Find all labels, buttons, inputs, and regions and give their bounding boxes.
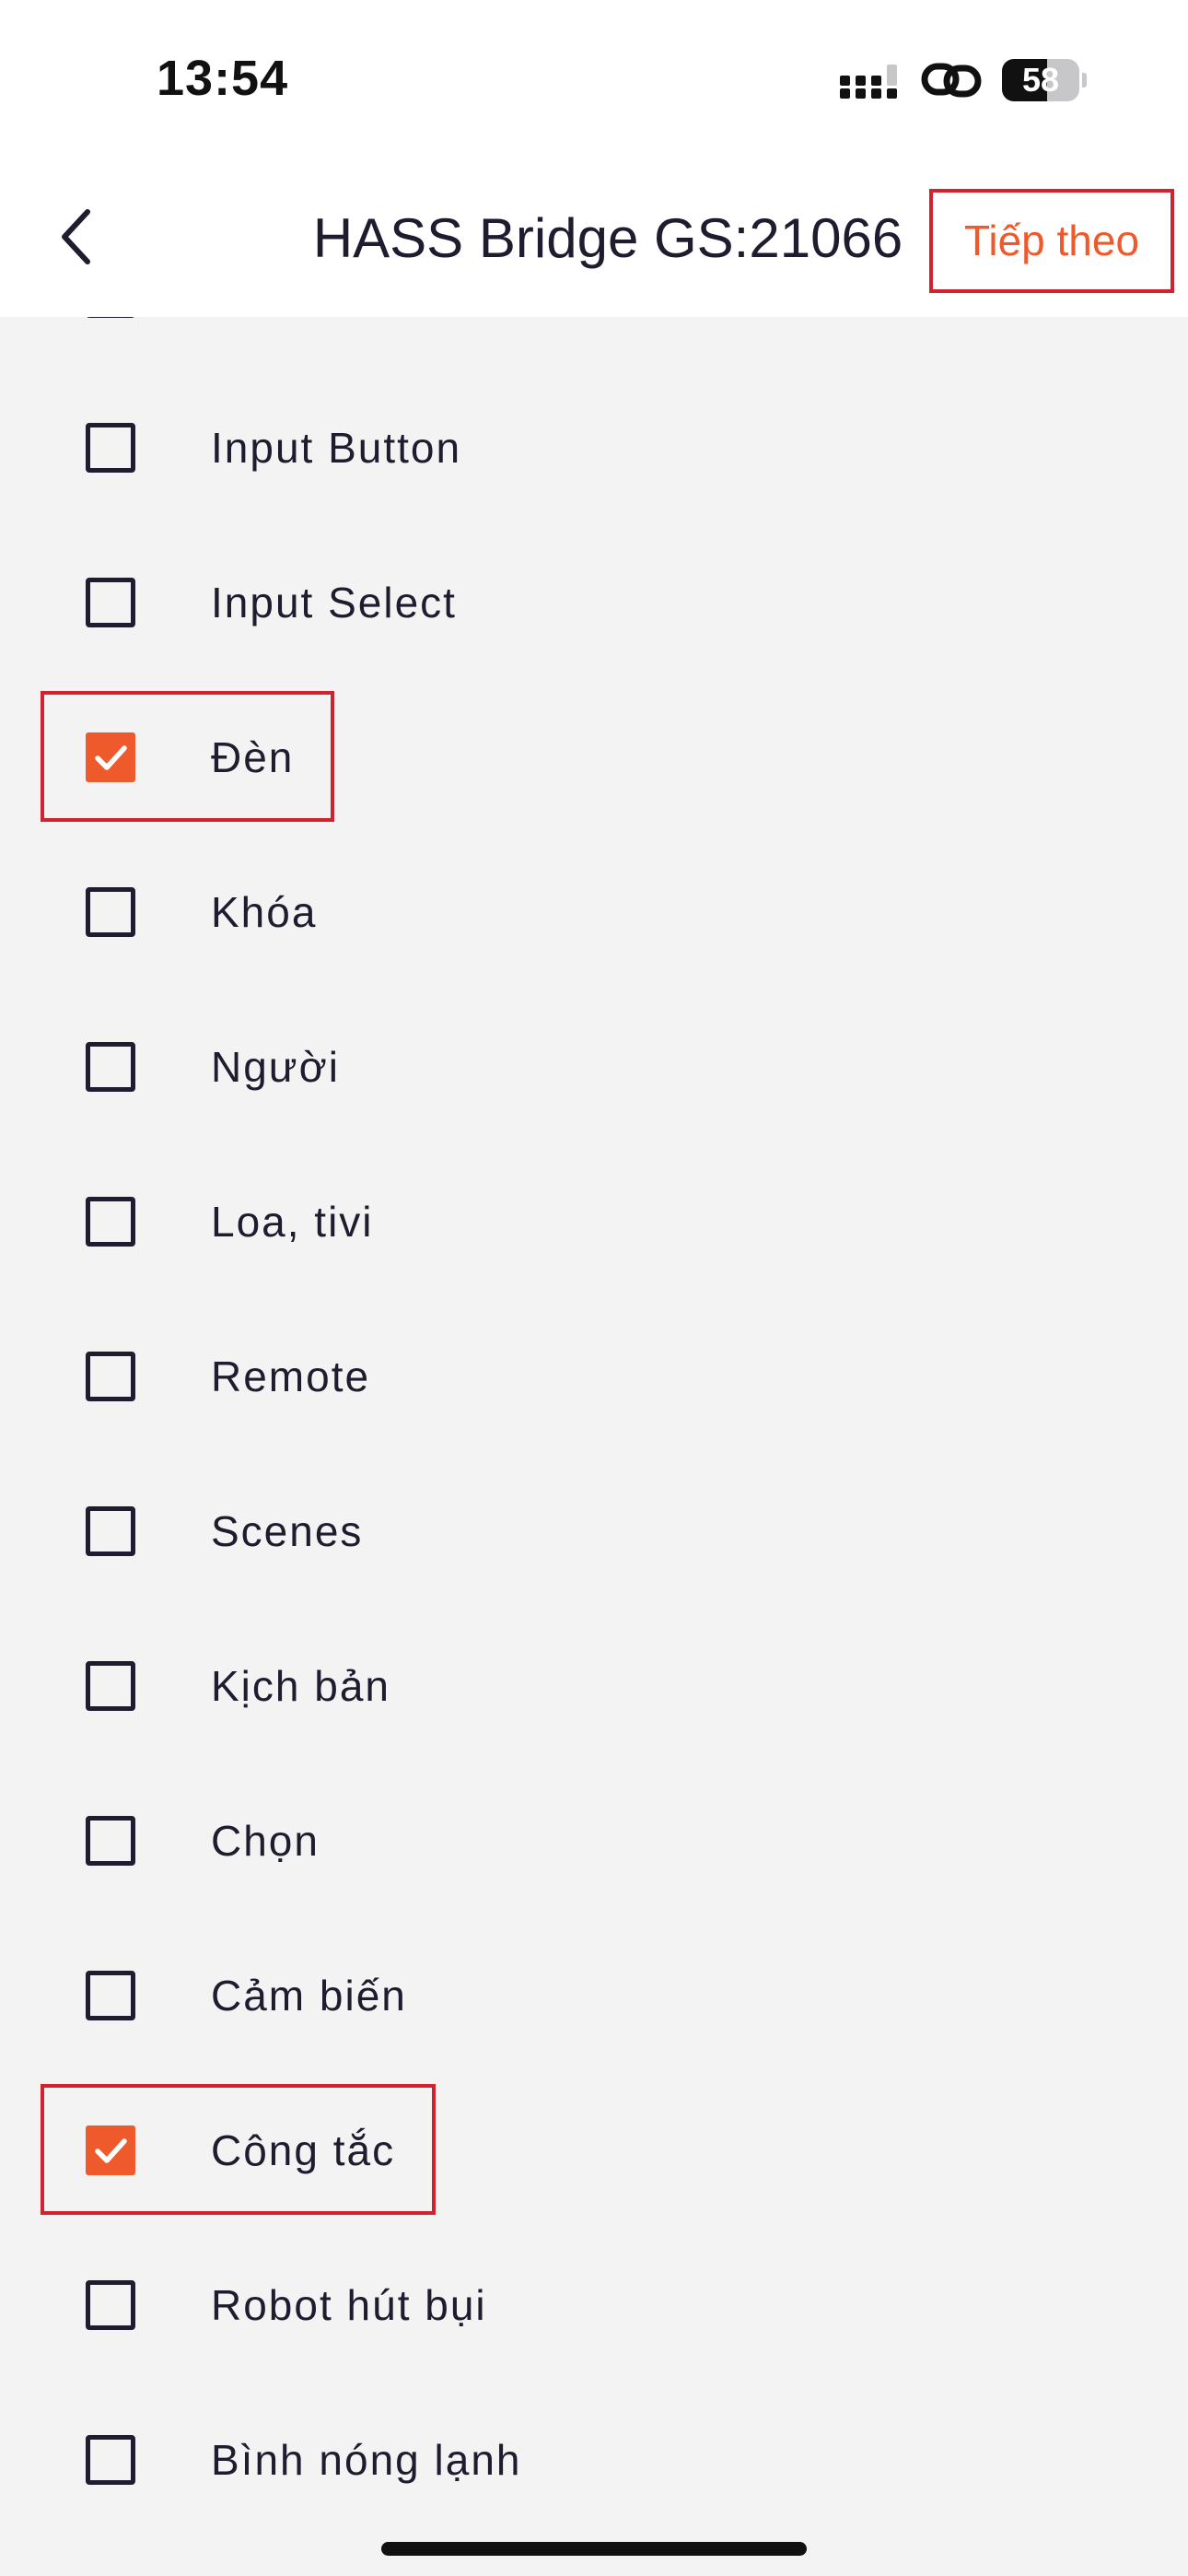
list-item-label: Scenes xyxy=(211,1507,364,1555)
list-item-label: Công tắc xyxy=(211,2126,396,2174)
checkbox[interactable] xyxy=(86,1506,135,1556)
signal-icon xyxy=(840,64,897,99)
entity-type-list[interactable]: Input Boolean Input Button Input Select Đèn… xyxy=(0,317,1188,2576)
list-item[interactable]: Remote xyxy=(0,1299,1188,1454)
screen: 13:54 58 HASS Bridge GS:21066 Tiếp theo … xyxy=(0,0,1188,2576)
list-item[interactable]: Khóa xyxy=(0,835,1188,989)
nav-bar: HASS Bridge GS:21066 Tiếp theo xyxy=(0,158,1188,317)
entity-type-list-content: Input Boolean Input Button Input Select Đèn… xyxy=(0,317,1188,2537)
checkbox[interactable] xyxy=(86,423,135,473)
list-item-label: Bình nóng lạnh xyxy=(211,2436,522,2484)
list-item[interactable]: Công tắc xyxy=(0,2073,1188,2228)
checkbox[interactable] xyxy=(86,2125,135,2175)
checkbox[interactable] xyxy=(86,1197,135,1247)
checkbox[interactable] xyxy=(86,1816,135,1866)
checkmark-icon xyxy=(95,2138,127,2163)
list-item[interactable]: Input Select xyxy=(0,525,1188,680)
status-bar: 13:54 58 xyxy=(0,0,1188,158)
list-item[interactable]: Robot hút bụi xyxy=(0,2228,1188,2383)
checkbox[interactable] xyxy=(86,732,135,782)
list-item-label: Cảm biến xyxy=(211,1972,407,2020)
battery-cap xyxy=(1082,73,1087,88)
list-item[interactable]: Bình nóng lạnh xyxy=(0,2383,1188,2537)
checkbox[interactable] xyxy=(86,1042,135,1092)
checkbox[interactable] xyxy=(86,578,135,627)
battery-icon: 58 xyxy=(1002,59,1087,101)
checkbox[interactable] xyxy=(86,1971,135,2020)
list-item-label: Input Select xyxy=(211,579,457,626)
next-button[interactable]: Tiếp theo xyxy=(929,189,1174,293)
checkbox[interactable] xyxy=(86,1352,135,1401)
battery-body: 58 xyxy=(1002,59,1079,101)
list-item-label: Kịch bản xyxy=(211,1662,391,1710)
list-item-label: Input Boolean xyxy=(211,317,496,319)
list-item[interactable]: Loa, tivi xyxy=(0,1144,1188,1299)
checkbox[interactable] xyxy=(86,317,135,318)
list-item-label: Input Button xyxy=(211,424,462,472)
list-item[interactable]: Kịch bản xyxy=(0,1609,1188,1763)
checkmark-icon xyxy=(95,745,127,770)
home-indicator[interactable] xyxy=(381,2542,807,2556)
list-item[interactable]: Scenes xyxy=(0,1454,1188,1609)
list-item-label: Khóa xyxy=(211,888,318,936)
list-item-label: Người xyxy=(211,1043,340,1091)
list-item[interactable]: Input Button xyxy=(0,370,1188,525)
link-icon xyxy=(921,63,982,98)
list-item-label: Loa, tivi xyxy=(211,1198,374,1246)
list-item-label: Chọn xyxy=(211,1817,320,1865)
checkbox[interactable] xyxy=(86,2435,135,2485)
list-item[interactable]: Cảm biến xyxy=(0,1918,1188,2073)
checkbox[interactable] xyxy=(86,887,135,937)
list-item-label: Remote xyxy=(211,1352,371,1400)
list-item-label: Robot hút bụi xyxy=(211,2281,487,2329)
status-time: 13:54 xyxy=(157,51,289,106)
battery-level: 58 xyxy=(1021,61,1060,99)
list-item[interactable]: Chọn xyxy=(0,1763,1188,1918)
list-item[interactable]: Người xyxy=(0,989,1188,1144)
checkbox[interactable] xyxy=(86,2280,135,2330)
list-item[interactable]: Input Boolean xyxy=(0,317,1188,370)
list-item-label: Đèn xyxy=(211,733,295,781)
checkbox[interactable] xyxy=(86,1661,135,1711)
list-item[interactable]: Đèn xyxy=(0,680,1188,835)
